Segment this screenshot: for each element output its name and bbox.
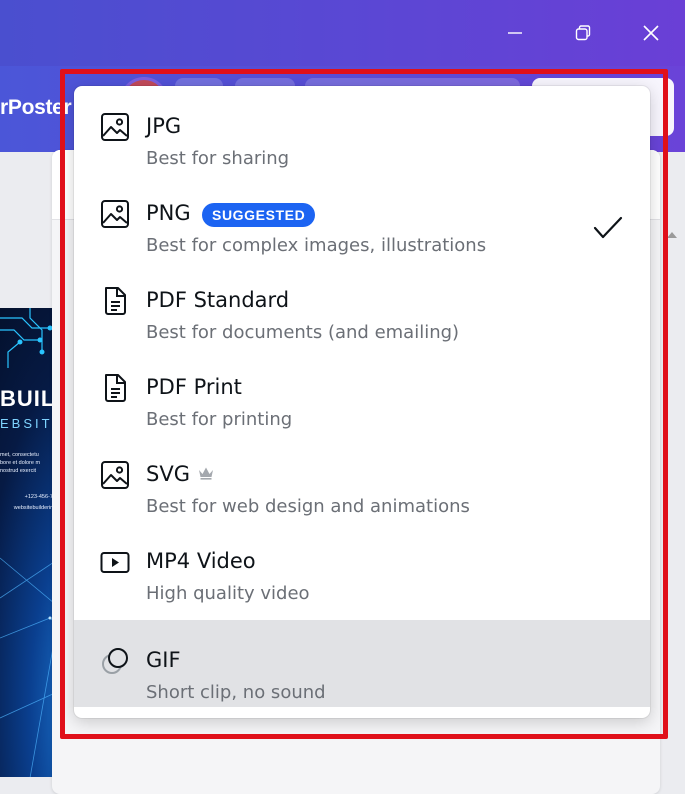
poster-contact-text: +123-456-78 websitebuilderins: [13, 494, 56, 511]
poster-body-text: met, consectetu bore et dolore m nostrud…: [0, 452, 41, 474]
highlight-box: [60, 69, 668, 739]
scroll-up-icon[interactable]: [667, 232, 677, 238]
close-window-button[interactable]: [617, 0, 685, 66]
restore-button[interactable]: [549, 0, 617, 66]
minimize-button[interactable]: [481, 0, 549, 66]
close-icon: [643, 25, 659, 41]
restore-icon: [575, 25, 591, 41]
minimize-icon: [508, 32, 522, 34]
